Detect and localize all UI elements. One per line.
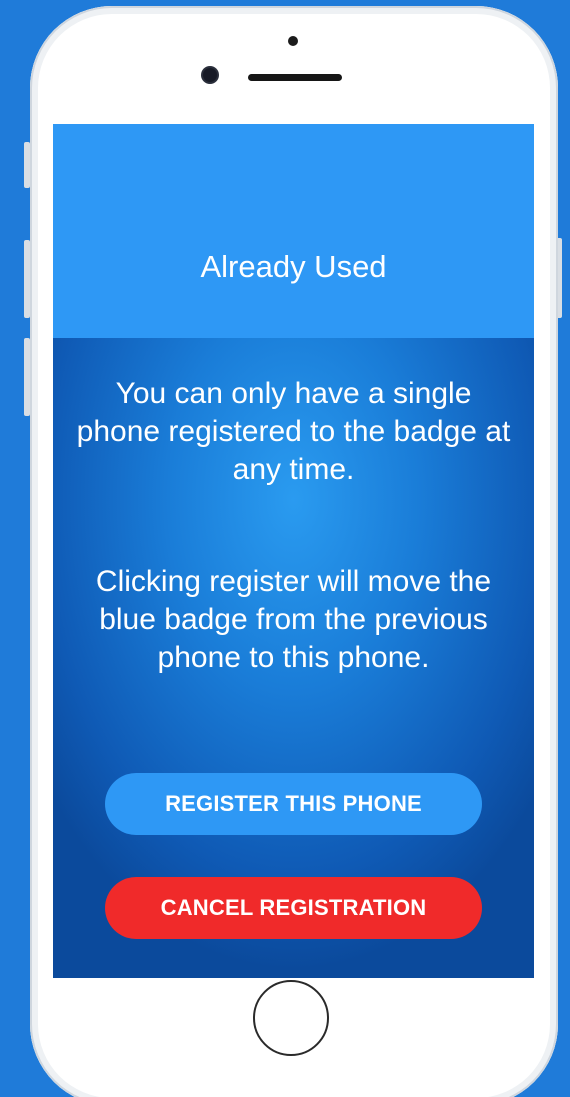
earpiece-speaker (248, 74, 342, 81)
page-title: Already Used (200, 249, 387, 284)
app-screen: Already Used You can only have a single … (53, 124, 534, 978)
info-message: You can only have a single phone registe… (76, 377, 511, 486)
front-camera-icon (203, 68, 217, 82)
proximity-sensor (288, 36, 298, 46)
cancel-registration-button[interactable]: CANCEL REGISTRATION (105, 877, 482, 939)
register-this-phone-button[interactable]: REGISTER THIS PHONE (105, 773, 482, 835)
screen-header: Already Used (53, 124, 534, 338)
register-warning-message: Clicking register will move the blue bad… (95, 565, 492, 674)
home-button[interactable] (253, 980, 329, 1056)
